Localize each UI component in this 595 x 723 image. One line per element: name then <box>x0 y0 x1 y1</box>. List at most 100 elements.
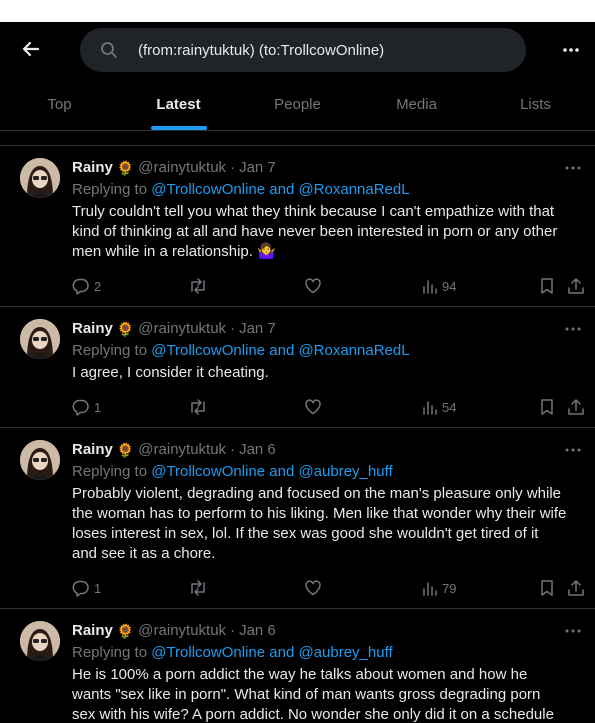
share-icon <box>568 278 584 294</box>
like-button[interactable] <box>304 579 326 597</box>
tab-people[interactable]: People <box>238 78 357 130</box>
tweet[interactable]: Rainy 🌻 @rainytuktuk · Jan 7 Replying to… <box>0 307 595 428</box>
more-horizontal-icon <box>565 629 581 633</box>
tab-lists[interactable]: Lists <box>476 78 595 130</box>
views-count: 79 <box>442 580 457 596</box>
bookmark-icon <box>541 278 553 294</box>
tweet-more-button[interactable] <box>563 158 583 178</box>
replying-mentions[interactable]: @TrollcowOnline and @aubrey_huff <box>151 644 392 661</box>
tweet-header: Rainy 🌻 @rainytuktuk · Jan 7 <box>72 319 579 339</box>
tweet-more-button[interactable] <box>563 621 583 641</box>
search-input[interactable]: (from:rainytuktuk) (to:TrollcowOnline) <box>80 28 526 72</box>
replying-mentions[interactable]: @TrollcowOnline and @RoxannaRedL <box>151 342 409 359</box>
reply-icon <box>72 580 89 597</box>
more-horizontal-icon <box>565 327 581 331</box>
tweet[interactable]: Rainy 🌻 @rainytuktuk · Jan 7 Replying to… <box>0 146 595 307</box>
views-chart-icon <box>423 582 437 596</box>
avatar[interactable] <box>20 440 60 480</box>
user-handle[interactable]: @rainytuktuk <box>138 319 226 339</box>
tweet-text: Probably violent, degrading and focused … <box>72 485 567 562</box>
display-name[interactable]: Rainy <box>72 158 113 178</box>
tab-latest[interactable]: Latest <box>119 78 238 130</box>
tweet[interactable]: Rainy 🌻 @rainytuktuk · Jan 6 Replying to… <box>0 609 595 723</box>
retweet-icon <box>191 580 205 596</box>
tweet-date[interactable]: Jan 7 <box>239 158 276 178</box>
reply-button[interactable]: 2 <box>72 277 101 295</box>
tweet-header: Rainy 🌻 @rainytuktuk · Jan 7 <box>72 158 579 178</box>
like-button[interactable] <box>304 277 326 295</box>
display-name[interactable]: Rainy <box>72 440 113 460</box>
sunflower-emoji: 🌻 <box>116 160 135 176</box>
retweet-button[interactable] <box>188 579 212 597</box>
tweet-more-button[interactable] <box>563 319 583 339</box>
more-horizontal-icon <box>565 166 581 170</box>
replying-mentions[interactable]: @TrollcowOnline and @RoxannaRedL <box>151 181 409 198</box>
tweet[interactable]: Rainy 🌻 @rainytuktuk · Jan 6 Replying to… <box>0 428 595 609</box>
display-name[interactable]: Rainy <box>72 621 113 641</box>
avatar[interactable] <box>20 621 60 661</box>
top-bar: (from:rainytuktuk) (to:TrollcowOnline) <box>0 22 595 78</box>
more-horizontal-icon <box>563 48 579 52</box>
display-name[interactable]: Rainy <box>72 319 113 339</box>
user-handle[interactable]: @rainytuktuk <box>138 158 226 178</box>
tweet-header: Rainy 🌻 @rainytuktuk · Jan 6 <box>72 440 579 460</box>
sunflower-emoji: 🌻 <box>116 623 135 639</box>
separator-dot: · <box>230 622 236 639</box>
replying-mentions[interactable]: @TrollcowOnline and @aubrey_huff <box>151 463 392 480</box>
tweet-header: Rainy 🌻 @rainytuktuk · Jan 6 <box>72 621 579 641</box>
replying-to: Replying to @TrollcowOnline and @Roxanna… <box>72 341 579 361</box>
back-button[interactable] <box>18 36 44 62</box>
search-query: (from:rainytuktuk) (to:TrollcowOnline) <box>138 41 385 59</box>
search-icon <box>100 41 118 59</box>
retweet-button[interactable] <box>188 398 212 416</box>
replying-prefix: Replying to <box>72 644 152 661</box>
share-button[interactable] <box>567 277 585 295</box>
separator-dot: · <box>230 441 236 458</box>
tweet-date[interactable]: Jan 6 <box>239 621 276 641</box>
tweet-date[interactable]: Jan 6 <box>239 440 276 460</box>
replying-to: Replying to @TrollcowOnline and @Roxanna… <box>72 180 579 200</box>
share-icon <box>568 399 584 415</box>
views-button[interactable]: 94 <box>422 278 456 294</box>
bookmark-icon <box>541 580 553 596</box>
more-options-button[interactable] <box>559 38 583 62</box>
search-tabs: Top Latest People Media Lists <box>0 78 595 131</box>
tweet-more-button[interactable] <box>563 440 583 460</box>
retweet-button[interactable] <box>188 277 212 295</box>
share-icon <box>568 580 584 596</box>
replying-to: Replying to @TrollcowOnline and @aubrey_… <box>72 643 579 663</box>
avatar[interactable] <box>20 319 60 359</box>
replying-prefix: Replying to <box>72 342 152 359</box>
reply-count: 1 <box>94 399 102 415</box>
retweet-icon <box>191 278 205 294</box>
share-button[interactable] <box>567 579 585 597</box>
retweet-icon <box>191 399 205 415</box>
views-chart-icon <box>423 401 437 415</box>
bookmark-button[interactable] <box>539 398 555 416</box>
bookmark-button[interactable] <box>539 277 555 295</box>
views-count: 54 <box>442 399 457 415</box>
app-window: (from:rainytuktuk) (to:TrollcowOnline) T… <box>0 22 595 723</box>
tweet-actions: 1 79 <box>72 568 584 608</box>
tweet-date[interactable]: Jan 7 <box>239 319 276 339</box>
reply-button[interactable]: 1 <box>72 579 101 597</box>
replying-prefix: Replying to <box>72 181 152 198</box>
tweet-text: Truly couldn't tell you what they think … <box>72 203 558 260</box>
user-handle[interactable]: @rainytuktuk <box>138 440 226 460</box>
separator-dot: · <box>230 159 236 176</box>
like-button[interactable] <box>304 398 326 416</box>
bookmark-button[interactable] <box>539 579 555 597</box>
reply-icon <box>72 399 89 416</box>
replying-prefix: Replying to <box>72 463 152 480</box>
tab-media[interactable]: Media <box>357 78 476 130</box>
user-handle[interactable]: @rainytuktuk <box>138 621 226 641</box>
separator-dot: · <box>230 320 236 337</box>
views-button[interactable]: 79 <box>422 580 456 596</box>
views-button[interactable]: 54 <box>422 399 456 415</box>
arrow-left-icon <box>22 41 40 57</box>
reply-button[interactable]: 1 <box>72 398 101 416</box>
share-button[interactable] <box>567 398 585 416</box>
tab-top[interactable]: Top <box>0 78 119 130</box>
tweet-text: I agree, I consider it cheating. <box>72 364 269 381</box>
avatar[interactable] <box>20 158 60 198</box>
